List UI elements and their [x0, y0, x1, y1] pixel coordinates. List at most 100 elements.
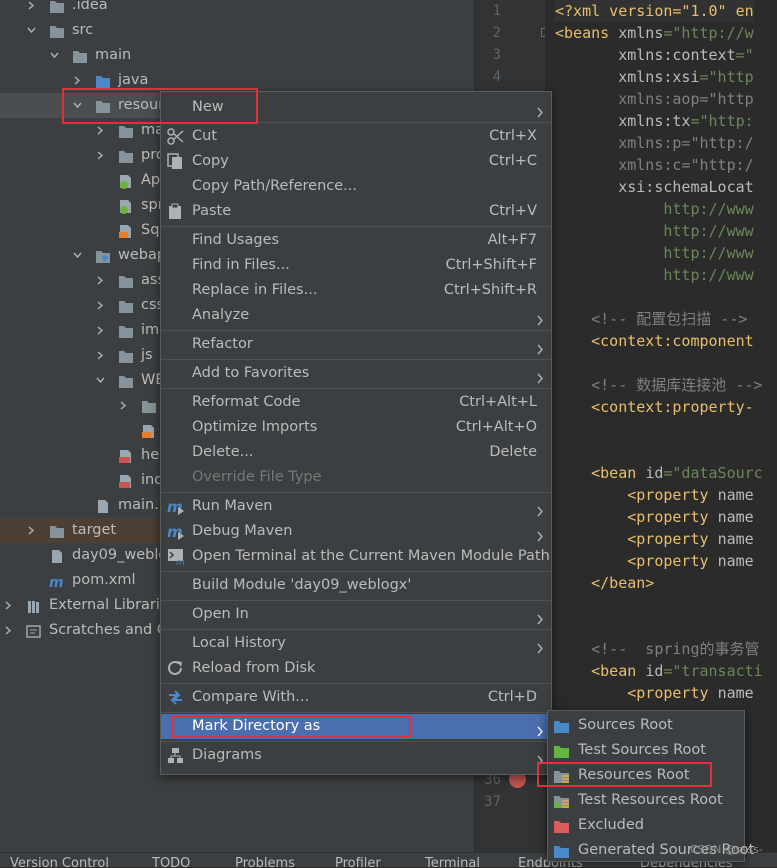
menu-item-find-usages[interactable]: Find Usages Alt+F7	[161, 228, 551, 253]
menu-item-shortcut: Delete	[489, 444, 537, 460]
code-token: ="	[735, 46, 754, 64]
code-token: <!-- spring的事务管	[555, 640, 760, 658]
code-line: <property name	[555, 550, 754, 572]
menu-item-copy[interactable]: Copy Ctrl+C	[161, 149, 551, 174]
code-token: xmlns:aop="http	[555, 90, 754, 108]
submenu-item-test-sources-root[interactable]: Test Sources Root	[548, 738, 744, 763]
tool-version-control[interactable]: Version Control	[10, 856, 109, 867]
folder-icon	[118, 273, 134, 288]
annotation-box-resources-root	[537, 762, 712, 787]
chevron-down-icon[interactable]	[73, 251, 82, 260]
chevron-right-icon[interactable]	[96, 151, 105, 160]
folder-icon	[49, 523, 65, 538]
tree-row-label: .idea	[72, 0, 108, 13]
menu-item-find-in-files[interactable]: Find in Files... Ctrl+Shift+F	[161, 253, 551, 278]
menu-separator	[161, 629, 551, 630]
code-token: name	[717, 552, 754, 570]
code-line: <?xml version="1.0" en	[555, 0, 754, 22]
code-token: id	[645, 662, 664, 680]
code-token: <?xml version="1.0" en	[555, 2, 754, 20]
code-line: <property name	[555, 506, 753, 528]
menu-item-refactor[interactable]: Refactor	[161, 332, 551, 357]
tool-todo[interactable]: TODO	[152, 856, 190, 867]
menu-item-run-maven[interactable]: m Run Maven	[161, 494, 551, 519]
chevron-down-icon[interactable]	[96, 376, 105, 385]
menu-item-debug-maven[interactable]: m Debug Maven	[161, 519, 551, 544]
menu-item-label: Analyze	[192, 307, 250, 323]
chevron-right-icon[interactable]	[27, 526, 36, 535]
submenu-item-sources-root[interactable]: Sources Root	[548, 713, 744, 738]
code-token: <property	[555, 684, 718, 702]
code-token: <!-- 数据库连接池 -->	[555, 376, 763, 394]
menu-item-label: Reload from Disk	[192, 660, 316, 676]
chevron-right-icon[interactable]	[119, 401, 128, 410]
chevron-right-icon[interactable]	[96, 351, 105, 360]
chevron-right-icon[interactable]	[96, 301, 105, 310]
menu-item-analyze[interactable]: Analyze	[161, 303, 551, 328]
chevron-right-icon[interactable]	[4, 601, 13, 610]
code-token: ="http:	[690, 112, 754, 130]
code-line: xmlns:context="	[555, 44, 754, 66]
menu-item-open-terminal[interactable]: m Open Terminal at the Current Maven Modu…	[161, 544, 551, 569]
chevron-right-icon[interactable]	[4, 626, 13, 635]
menu-item-shortcut: Ctrl+V	[489, 203, 537, 219]
chevron-down-icon[interactable]	[50, 51, 59, 60]
code-token: xmlns:tx	[555, 112, 691, 130]
menu-item-diagrams[interactable]: Diagrams	[161, 743, 551, 768]
code-token: id	[645, 464, 664, 482]
test-resources-root-icon	[553, 793, 570, 808]
chevron-right-icon[interactable]	[96, 326, 105, 335]
menu-item-label: Run Maven	[192, 498, 273, 514]
spring-xml-icon	[118, 198, 134, 214]
code-token: ="transacti	[663, 662, 763, 680]
submenu-item-excluded[interactable]: Excluded	[548, 813, 744, 838]
tree-row-src[interactable]: src	[0, 18, 474, 43]
menu-item-reload-from-disk[interactable]: Reload from Disk	[161, 656, 551, 681]
tree-row-label: target	[72, 522, 117, 538]
menu-item-label: Paste	[192, 203, 232, 219]
annotation-box-mark-directory	[171, 716, 411, 738]
code-token: <!-- 配置包扫描 -->	[555, 310, 748, 328]
folder-icon	[141, 398, 157, 413]
code-token: name	[717, 530, 754, 548]
tree-row-main[interactable]: main	[0, 43, 474, 68]
menu-separator	[161, 600, 551, 601]
menu-item-label: Override File Type	[192, 469, 322, 485]
chevron-right-icon[interactable]	[27, 1, 36, 10]
chevron-right-icon[interactable]	[73, 76, 82, 85]
tool-terminal[interactable]: Terminal	[425, 856, 480, 867]
code-line: <context:component	[555, 330, 754, 352]
menu-item-shortcut: Ctrl+Shift+F	[445, 257, 537, 273]
chevron-right-icon[interactable]	[96, 126, 105, 135]
code-token: <context:component	[555, 332, 754, 350]
menu-item-copy-path[interactable]: Copy Path/Reference...	[161, 174, 551, 199]
menu-item-replace-in-files[interactable]: Replace in Files... Ctrl+Shift+R	[161, 278, 551, 303]
chevron-right-icon[interactable]	[96, 276, 105, 285]
tree-row-label: External Libraries	[49, 597, 177, 613]
web-xml-icon	[141, 423, 157, 438]
tool-profiler[interactable]: Profiler	[335, 856, 381, 867]
menu-item-cut[interactable]: Cut Ctrl+X	[161, 124, 551, 149]
submenu-item-test-resources-root[interactable]: Test Resources Root	[548, 788, 744, 813]
tool-problems[interactable]: Problems	[235, 856, 295, 867]
menu-item-optimize-imports[interactable]: Optimize Imports Ctrl+Alt+O	[161, 415, 551, 440]
chevron-down-icon[interactable]	[27, 26, 36, 35]
menu-item-compare-with[interactable]: Compare With... Ctrl+D	[161, 685, 551, 710]
menu-item-reformat-code[interactable]: Reformat Code Ctrl+Alt+L	[161, 390, 551, 415]
menu-item-paste[interactable]: Paste Ctrl+V	[161, 199, 551, 224]
code-token: http://www	[555, 222, 754, 240]
menu-item-delete[interactable]: Delete... Delete	[161, 440, 551, 465]
menu-item-shortcut: Ctrl+C	[488, 153, 537, 169]
menu-item-add-to-favorites[interactable]: Add to Favorites	[161, 361, 551, 386]
code-line: </bean>	[555, 572, 654, 594]
code-line: <property name	[555, 682, 753, 704]
menu-item-build-module[interactable]: Build Module 'day09_weblogx'	[161, 573, 551, 598]
code-line: <property name	[555, 528, 754, 550]
line-number: 3	[492, 47, 501, 63]
menu-item-shortcut: Ctrl+Alt+O	[455, 419, 537, 435]
menu-item-local-history[interactable]: Local History	[161, 631, 551, 656]
code-token: <beans	[555, 24, 619, 42]
menu-item-open-in[interactable]: Open In	[161, 602, 551, 627]
code-line: http://www	[555, 242, 753, 264]
tree-row-idea[interactable]: .idea	[0, 0, 474, 18]
